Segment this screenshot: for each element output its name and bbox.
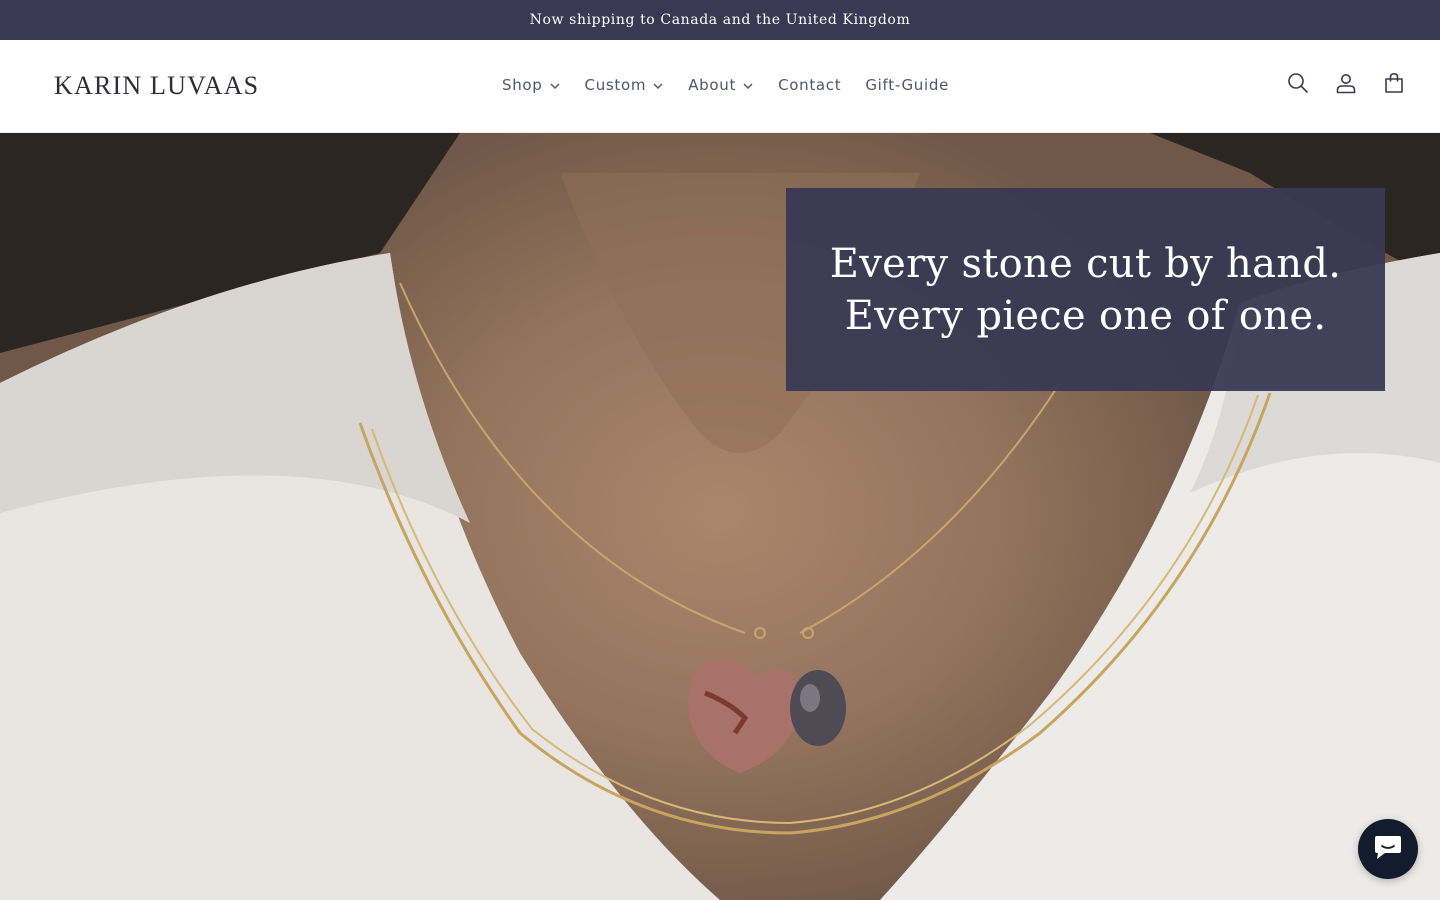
hero-heading-line-1: Every stone cut by hand. [829, 240, 1342, 287]
chevron-down-icon [652, 80, 664, 92]
chat-bubble-icon [1373, 833, 1403, 865]
nav-item-contact[interactable]: Contact [766, 69, 853, 101]
announcement-text: Now shipping to Canada and the United Ki… [529, 12, 911, 28]
nav-item-label: Custom [584, 76, 647, 94]
nav-item-label: Shop [502, 76, 543, 94]
nav-item-custom[interactable]: Custom [573, 69, 677, 101]
cart-button[interactable] [1370, 65, 1418, 105]
nav-item-label: Contact [778, 76, 842, 94]
nav-item-about[interactable]: About [676, 69, 766, 101]
chevron-down-icon [549, 80, 561, 92]
nav-item-label: About [688, 76, 737, 94]
header-icons [1274, 65, 1418, 105]
hero-heading-line-2: Every piece one of one. [844, 292, 1327, 339]
hero-banner: Every stone cut by hand. Every piece one… [0, 133, 1440, 900]
main-nav: Shop Custom About Contact Gift-Guide [490, 69, 961, 101]
site-header: KARIN LUVAAS Shop Custom About Contact G… [0, 40, 1440, 133]
search-icon [1286, 71, 1310, 99]
chat-button[interactable] [1358, 819, 1418, 879]
nav-item-shop[interactable]: Shop [490, 69, 573, 101]
announcement-bar: Now shipping to Canada and the United Ki… [0, 0, 1440, 40]
hero-text-box: Every stone cut by hand. Every piece one… [786, 188, 1385, 391]
chevron-down-icon [742, 80, 754, 92]
search-button[interactable] [1274, 65, 1322, 105]
account-icon [1334, 71, 1358, 99]
nav-item-label: Gift-Guide [865, 76, 950, 94]
cart-icon [1382, 71, 1406, 99]
nav-item-gift-guide[interactable]: Gift-Guide [853, 69, 961, 101]
account-button[interactable] [1322, 65, 1370, 105]
site-logo[interactable]: KARIN LUVAAS [54, 71, 259, 101]
